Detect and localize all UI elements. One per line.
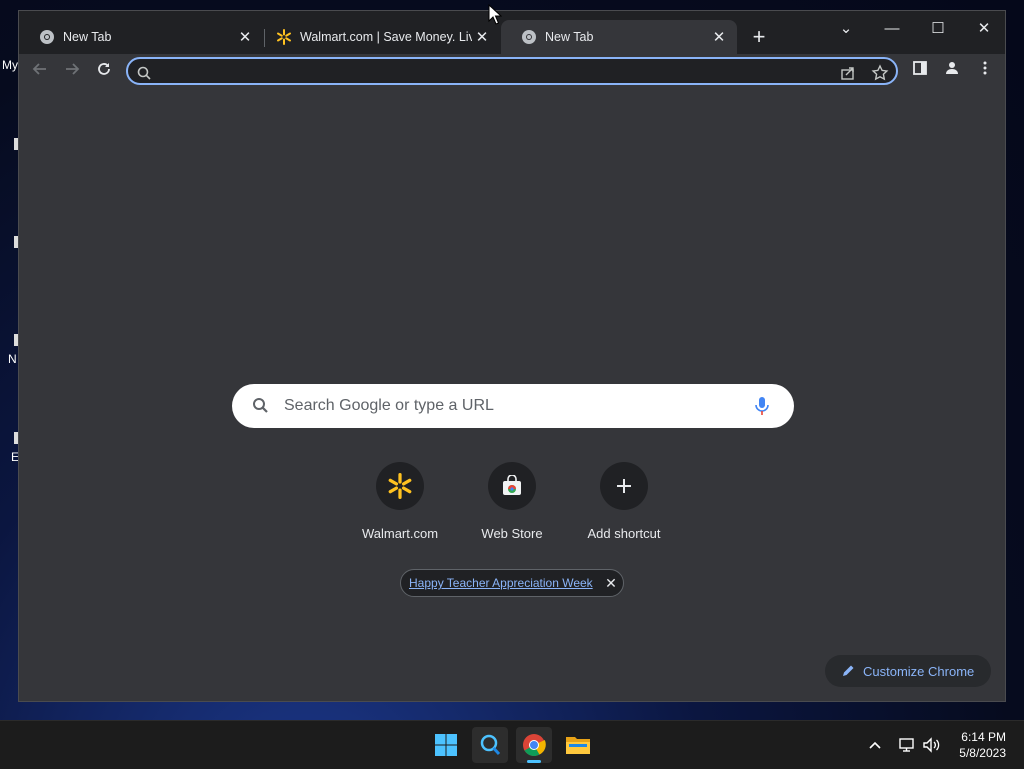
volume-icon[interactable]	[922, 736, 942, 754]
search-placeholder: Search Google or type a URL	[284, 397, 494, 414]
chrome-icon	[40, 30, 54, 44]
windows-start-icon	[435, 734, 457, 756]
reload-icon	[98, 63, 110, 75]
shortcut-add[interactable]: Add shortcut	[568, 462, 680, 541]
tab-title: New Tab	[545, 30, 594, 44]
walmart-spark-icon	[277, 29, 291, 45]
walmart-spark-icon	[388, 473, 412, 499]
address-bar[interactable]	[126, 57, 898, 85]
shortcut-tile	[600, 462, 648, 510]
shortcut-walmart[interactable]: Walmart.com	[344, 462, 456, 541]
desktop-icon-label[interactable]: My	[2, 58, 18, 72]
new-tab-page: Search Google or type a URL Walmart.com	[19, 90, 1005, 701]
taskbar-file-explorer-button[interactable]	[560, 727, 596, 763]
network-icon[interactable]	[898, 736, 916, 754]
taskbar-chrome-button[interactable]	[516, 727, 552, 763]
shortcut-tile	[488, 462, 536, 510]
desktop-icon-label[interactable]: N	[8, 352, 17, 366]
taskbar-search-button[interactable]	[472, 727, 508, 763]
folder-icon	[566, 737, 590, 754]
tab-close-button[interactable]: ✕	[709, 28, 729, 46]
tab-search-chevron-icon[interactable]: ⌄	[823, 15, 869, 43]
profile-button[interactable]	[940, 60, 964, 84]
minimize-button[interactable]: —	[869, 15, 915, 43]
customize-label: Customize Chrome	[863, 663, 975, 679]
tab-title: New Tab	[63, 30, 112, 44]
shortcut-label: Walmart.com	[361, 526, 439, 541]
shortcut-label: Web Store	[481, 526, 543, 541]
tab-strip: New Tab ✕ Walmart.com | Save Money. Live…	[19, 11, 1005, 54]
system-clock[interactable]: 6:14 PM 5/8/2023	[959, 729, 1006, 761]
back-arrow-icon	[32, 63, 46, 75]
mouse-cursor-icon	[488, 4, 502, 25]
profile-avatar-icon	[946, 62, 958, 74]
reload-button[interactable]	[91, 59, 117, 85]
bookmark-star-icon[interactable]	[870, 63, 890, 83]
browser-toolbar	[19, 54, 1005, 90]
tab-walmart[interactable]: Walmart.com | Save Money. Live ✕	[256, 20, 500, 54]
side-panel-icon	[913, 61, 927, 75]
ntp-search-box[interactable]: Search Google or type a URL	[232, 384, 794, 428]
new-tab-button[interactable]: +	[747, 26, 771, 49]
address-input[interactable]	[158, 62, 802, 82]
tab-title: Walmart.com | Save Money. Live	[300, 30, 472, 44]
promo-dismiss-button[interactable]: ✕	[599, 575, 623, 592]
forward-button[interactable]	[59, 59, 85, 85]
menu-button[interactable]	[973, 60, 997, 84]
desktop-background-edge: My N E	[0, 0, 19, 720]
start-button[interactable]	[428, 727, 464, 763]
clock-time: 6:14 PM	[961, 730, 1006, 744]
chevron-up-icon[interactable]	[868, 738, 882, 752]
shortcut-web-store[interactable]: Web Store	[456, 462, 568, 541]
kebab-menu-icon	[983, 61, 987, 75]
tab-close-button[interactable]: ✕	[235, 28, 255, 46]
windows-taskbar: 6:14 PM 5/8/2023	[0, 720, 1024, 769]
search-icon	[480, 734, 501, 756]
pencil-icon	[843, 665, 854, 676]
maximize-button[interactable]: ☐	[915, 15, 961, 43]
shortcut-tile	[376, 462, 424, 510]
clock-date: 5/8/2023	[959, 746, 1006, 760]
running-indicator	[527, 760, 541, 763]
chrome-icon	[523, 734, 546, 756]
back-button[interactable]	[27, 59, 53, 85]
search-icon	[137, 66, 151, 80]
side-panel-button[interactable]	[908, 60, 932, 84]
close-window-button[interactable]: ✕	[961, 15, 1007, 43]
web-store-icon	[503, 475, 521, 495]
promo-link[interactable]: Happy Teacher Appreciation Week	[409, 576, 599, 590]
tab-close-button[interactable]: ✕	[472, 28, 492, 46]
plus-icon	[617, 479, 631, 493]
search-icon	[253, 398, 268, 413]
customize-chrome-button[interactable]: Customize Chrome	[825, 655, 991, 687]
tab-new-tab-1[interactable]: New Tab ✕	[19, 20, 263, 54]
promo-chip: Happy Teacher Appreciation Week ✕	[400, 569, 624, 597]
forward-arrow-icon	[66, 63, 80, 75]
tab-new-tab-active[interactable]: New Tab ✕	[501, 20, 737, 54]
chrome-window: New Tab ✕ Walmart.com | Save Money. Live…	[18, 10, 1006, 702]
share-icon[interactable]	[838, 63, 858, 83]
shortcut-label: Add shortcut	[587, 526, 661, 541]
chrome-icon	[522, 30, 536, 44]
voice-search-mic-icon[interactable]	[752, 395, 772, 417]
